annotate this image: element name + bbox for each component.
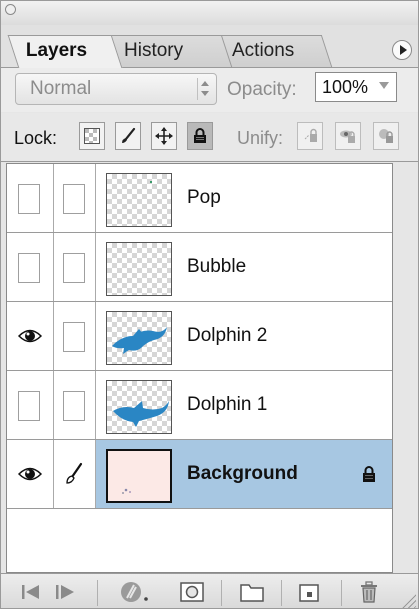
empty-link-slot [63,184,85,214]
palette-menu-icon[interactable] [392,40,412,60]
prev-icon[interactable] [17,578,47,606]
opacity-label: Opacity: [227,79,297,100]
layer-name: Background [187,463,298,484]
close-icon[interactable] [5,4,16,15]
eye-icon [18,329,42,343]
blend-opacity-row: Normal Opacity: 100% [1,68,418,112]
layer-thumbnail [106,311,172,365]
link-toggle[interactable] [54,233,96,301]
visibility-toggle[interactable] [7,233,54,301]
lock-brush-icon[interactable] [115,122,141,150]
empty-link-slot [63,253,85,283]
unify-label: Unify: [237,128,284,148]
layer-name: Bubble [187,256,247,277]
layer-row-bubble[interactable]: Bubble [7,233,392,302]
trash-icon[interactable] [356,578,382,606]
blend-mode-select[interactable]: Normal [15,73,217,105]
palette-title-bar[interactable] [1,1,418,25]
link-toggle[interactable] [54,302,96,370]
layer-thumbnail [106,380,172,434]
bottom-toolbar [1,573,418,608]
layer-row-pop[interactable]: Pop [7,164,392,233]
lock-row: Lock: Unify: [1,113,418,162]
unify-style-icon[interactable] [373,122,399,150]
dolphin-icon [112,327,167,354]
layers-palette: Actions History Layers Normal Opacity: 1… [0,0,419,609]
layer-thumbnail [106,449,172,503]
toolbar-separator [97,580,98,606]
layer-row-dolphin-2[interactable]: Dolphin 2 [7,302,392,371]
unify-position-icon[interactable] [297,122,323,150]
eye-icon [18,467,42,481]
lock-icon [363,466,375,482]
blend-mode-value: Normal [30,78,92,99]
toolbar-separator [341,580,342,606]
visibility-toggle[interactable] [7,440,54,508]
visibility-toggle[interactable] [7,371,54,439]
layer-row-dolphin-1[interactable]: Dolphin 1 [7,371,392,440]
visibility-toggle[interactable] [7,164,54,232]
link-toggle[interactable] [54,371,96,439]
empty-link-slot [63,391,85,421]
empty-visibility-slot [18,253,40,283]
next-icon[interactable] [51,578,81,606]
unify-visibility-icon[interactable] [335,122,361,150]
toolbar-separator [281,580,282,606]
mask-icon[interactable] [177,578,207,606]
chevron-updown-icon [197,78,212,100]
layer-thumbnail [106,173,172,227]
empty-link-slot [63,322,85,352]
layer-row-background[interactable]: Background [7,440,392,509]
lock-label: Lock: [14,128,58,148]
new-layer-icon[interactable] [295,578,325,606]
layer-name: Dolphin 2 [187,325,268,346]
opacity-slider-arrow-icon[interactable] [379,82,389,89]
link-toggle[interactable] [54,440,96,508]
link-toggle[interactable] [54,164,96,232]
layers-list: Pop Bubble Dolphin 2 Dolphin 1 Backgroun… [6,163,393,573]
tab-layers[interactable]: Layers [7,35,123,68]
empty-visibility-slot [18,184,40,214]
tab-bar: Actions History Layers [1,25,418,68]
layer-style-icon[interactable] [117,578,155,606]
resize-grip[interactable] [398,591,416,608]
lock-move-icon[interactable] [151,122,177,150]
toolbar-separator [221,580,222,606]
lock-all-icon[interactable] [187,122,213,150]
lock-transparency-icon[interactable] [79,122,105,150]
layer-thumbnail [106,242,172,296]
brush-icon [66,462,83,484]
empty-visibility-slot [18,391,40,421]
tab-history[interactable]: History [105,35,233,67]
layer-name: Dolphin 1 [187,394,268,415]
tab-actions[interactable]: Actions [213,35,333,67]
layer-name: Pop [187,187,221,208]
folder-icon[interactable] [237,578,267,606]
visibility-toggle[interactable] [7,302,54,370]
dolphin-icon [113,401,169,427]
